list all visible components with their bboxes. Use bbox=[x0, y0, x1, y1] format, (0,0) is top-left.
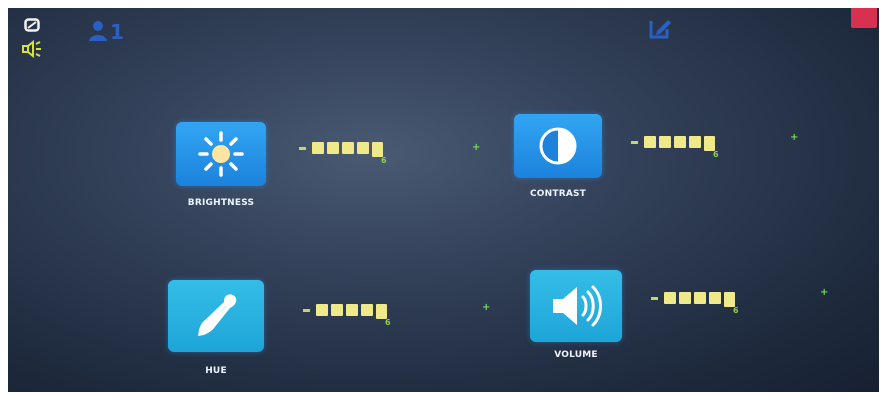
speaker-icon bbox=[22, 40, 41, 58]
sun-icon bbox=[198, 131, 244, 177]
volume-label: VOLUME bbox=[554, 350, 598, 360]
brightness-level[interactable]: 6 bbox=[299, 140, 409, 170]
level-bar bbox=[312, 142, 383, 157]
brightness-tile[interactable] bbox=[176, 122, 266, 186]
status-bar: 1 bbox=[8, 8, 879, 58]
level-value: 6 bbox=[385, 318, 391, 327]
plus-icon[interactable]: + bbox=[472, 143, 480, 153]
minus-icon bbox=[651, 297, 658, 300]
eyedropper-icon bbox=[198, 294, 237, 336]
input-source-icon bbox=[24, 18, 40, 32]
hue-label: HUE bbox=[205, 366, 227, 376]
minus-icon bbox=[299, 147, 306, 150]
minus-icon bbox=[303, 309, 310, 312]
plus-icon[interactable]: + bbox=[482, 303, 490, 313]
level-value: 6 bbox=[733, 306, 739, 315]
level-value: 6 bbox=[713, 150, 719, 159]
edit-icon bbox=[649, 20, 671, 39]
plus-icon[interactable]: + bbox=[790, 133, 798, 143]
brightness-label: BRIGHTNESS bbox=[187, 198, 255, 208]
volume-tile[interactable] bbox=[530, 270, 622, 342]
contrast-tile[interactable] bbox=[514, 114, 602, 178]
contrast-level[interactable]: 6 bbox=[631, 134, 741, 164]
mode-number: 1 bbox=[110, 20, 124, 44]
level-bar bbox=[664, 292, 735, 307]
level-bar bbox=[316, 304, 387, 319]
level-bar bbox=[644, 136, 715, 151]
hue-tile[interactable] bbox=[168, 280, 264, 352]
user-mode-icon bbox=[89, 21, 107, 41]
plus-icon[interactable]: + bbox=[820, 288, 828, 298]
contrast-label: CONTRAST bbox=[529, 189, 587, 199]
osd-screen: 1 BRIGHTNESS 6 + CONTRAST 6 + HUE 6 + VO… bbox=[8, 8, 879, 392]
contrast-icon bbox=[539, 127, 577, 165]
speaker-icon bbox=[553, 285, 602, 327]
status-indicator bbox=[851, 8, 877, 28]
volume-level[interactable]: 6 bbox=[651, 290, 761, 320]
level-value: 6 bbox=[381, 156, 387, 165]
hue-level[interactable]: 6 bbox=[303, 302, 413, 332]
minus-icon bbox=[631, 141, 638, 144]
